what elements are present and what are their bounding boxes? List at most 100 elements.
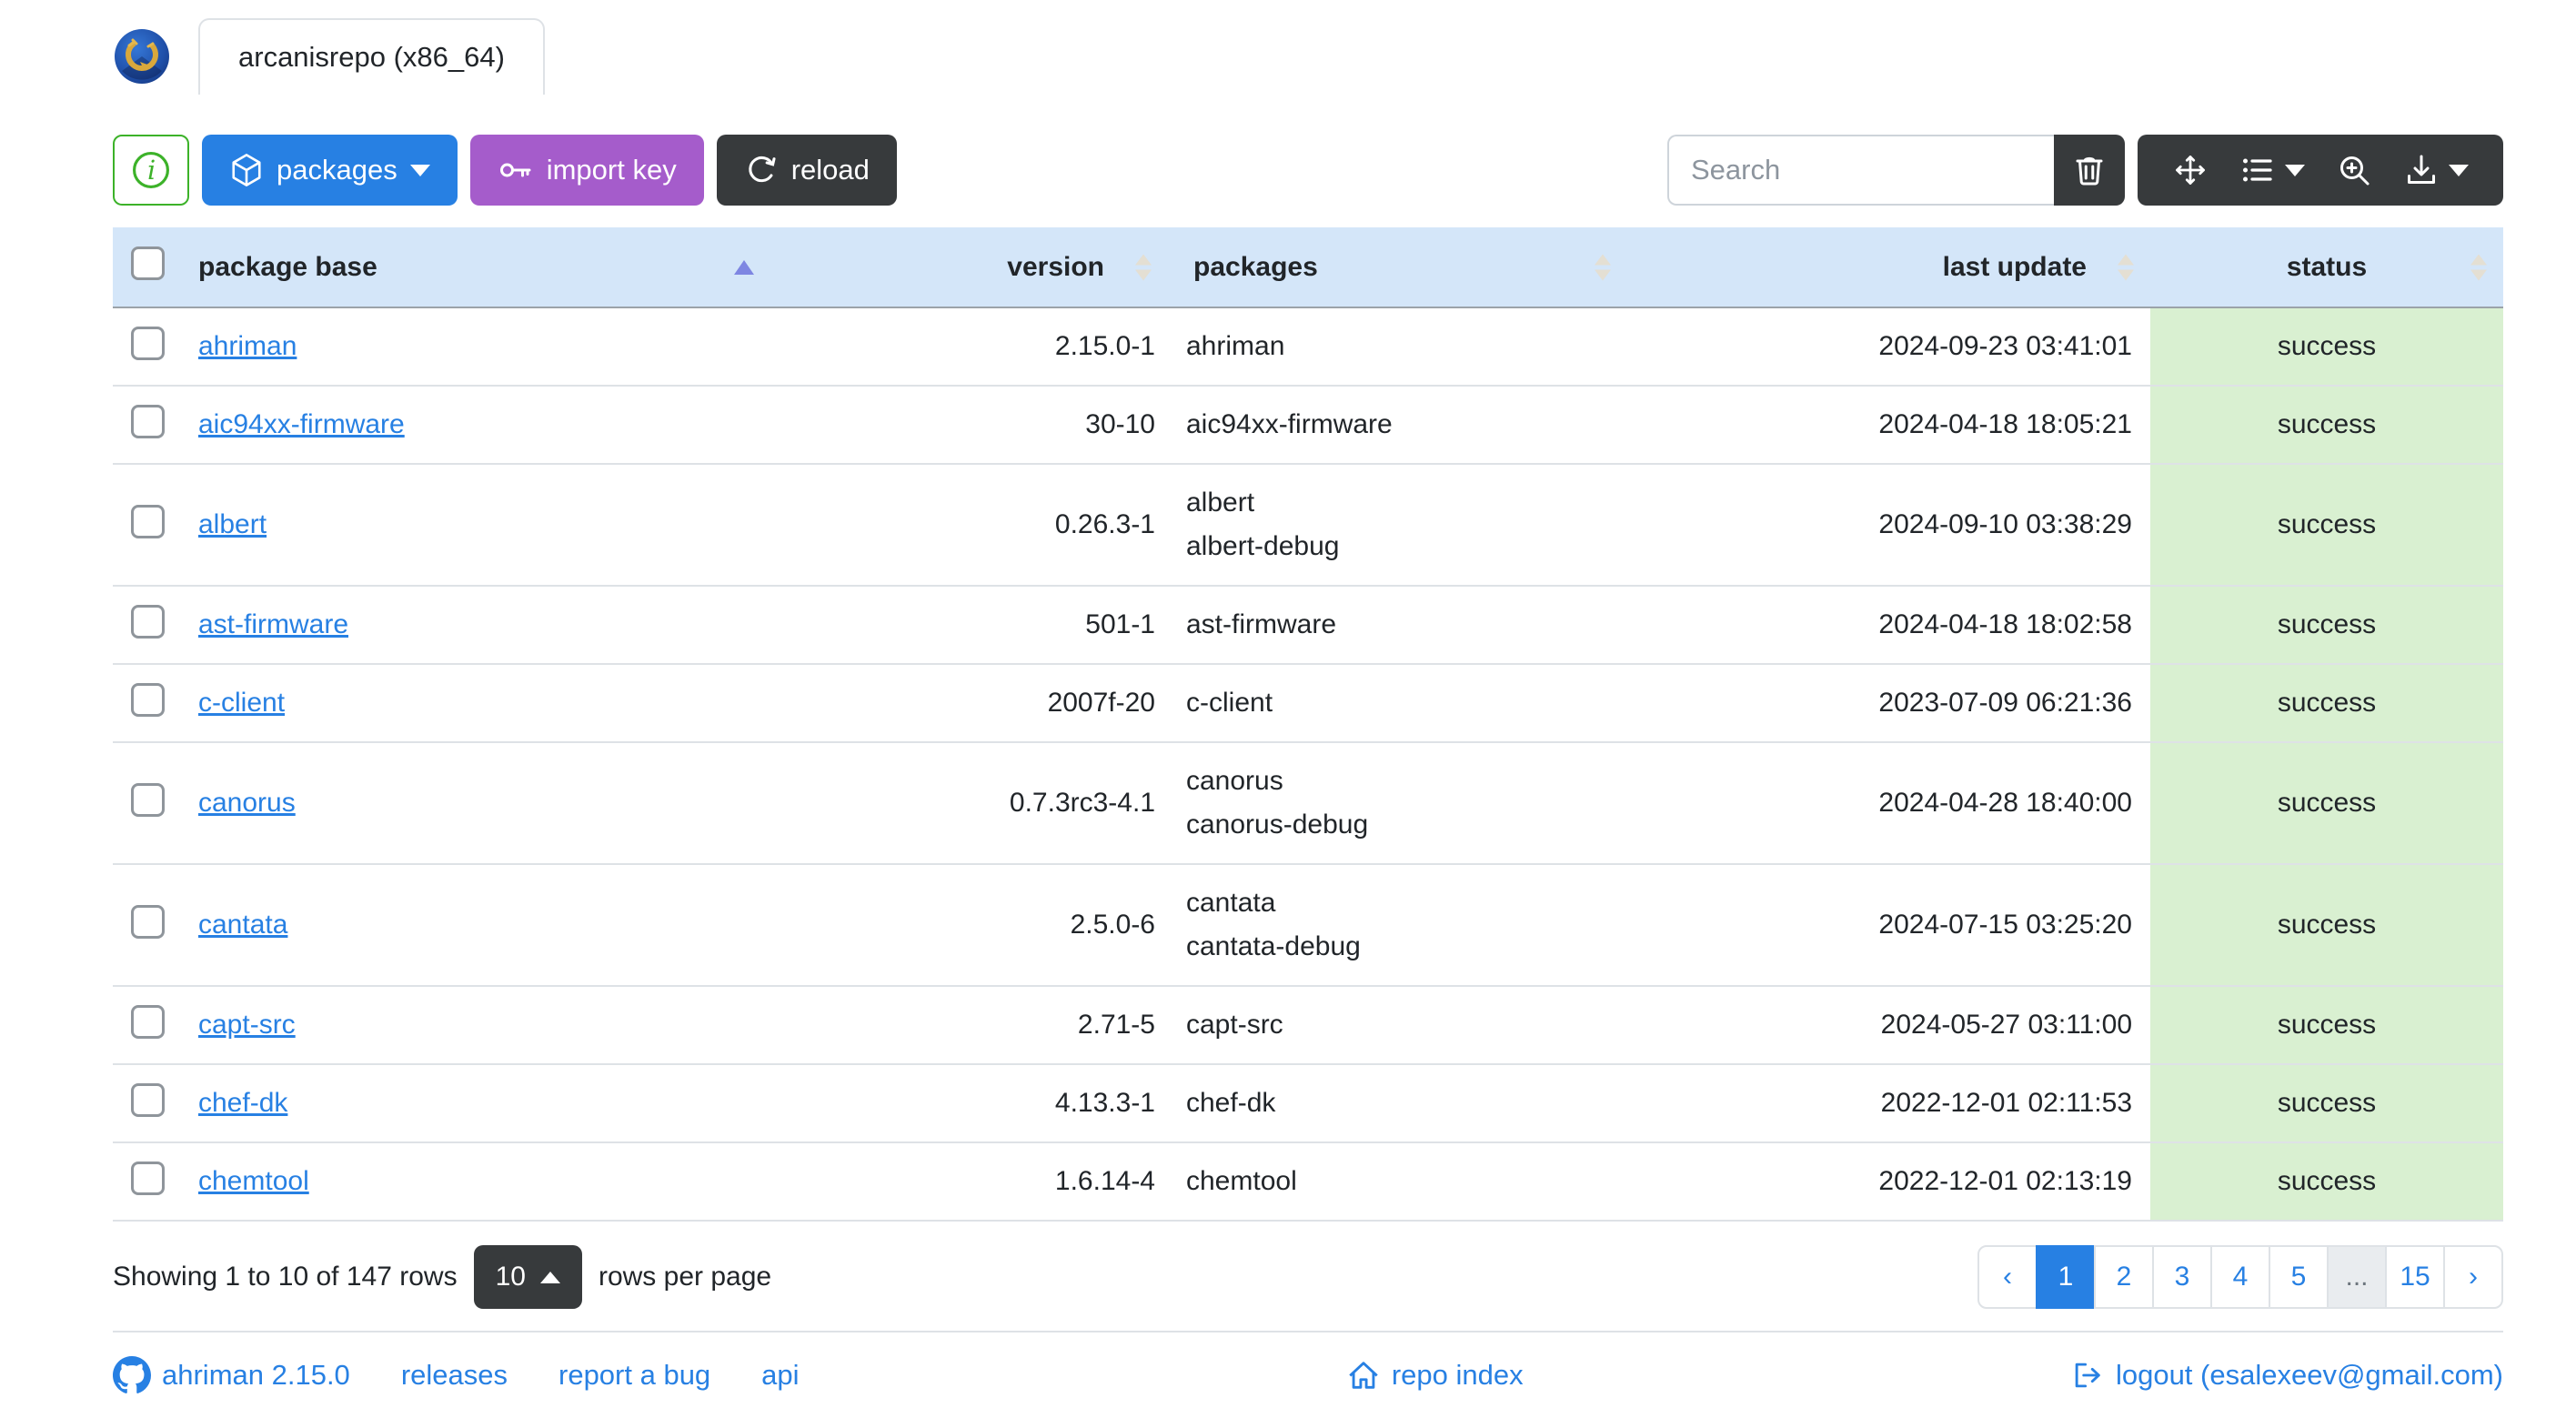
page-button-3[interactable]: 3 bbox=[2152, 1245, 2212, 1309]
page-button-1[interactable]: 1 bbox=[2036, 1245, 2096, 1309]
table-row: cantata 2.5.0-6 cantata cantata-debug 20… bbox=[113, 864, 2503, 987]
row-checkbox[interactable] bbox=[130, 1004, 165, 1039]
last-update-cell: 2024-07-15 03:25:20 bbox=[1627, 864, 2150, 987]
info-button[interactable]: i bbox=[113, 135, 189, 206]
delete-selected-button[interactable] bbox=[2054, 135, 2125, 206]
toolbar: i packages import key reload Search bbox=[113, 135, 2503, 206]
packages-cell: c-client bbox=[1168, 664, 1627, 743]
columns-list-icon bbox=[2239, 152, 2276, 188]
status-badge: success bbox=[2277, 509, 2377, 539]
zoom-in-icon bbox=[2336, 152, 2372, 188]
top-tab-bar: arcanisrepo (x86_64) bbox=[113, 0, 2503, 98]
rows-per-page-label: rows per page bbox=[598, 1262, 772, 1292]
version-cell: 2.71-5 bbox=[770, 986, 1168, 1065]
column-header-package-base[interactable]: package base bbox=[182, 227, 770, 308]
svg-text:i: i bbox=[147, 155, 156, 186]
column-label: packages bbox=[1193, 251, 1318, 282]
last-update-cell: 2024-04-18 18:02:58 bbox=[1627, 586, 2150, 665]
package-base-link[interactable]: albert bbox=[198, 509, 267, 539]
repo-tab[interactable]: arcanisrepo (x86_64) bbox=[198, 18, 545, 95]
column-header-status[interactable]: status bbox=[2150, 227, 2503, 308]
logout-link[interactable]: logout (esalexeev@gmail.com) bbox=[2070, 1358, 2503, 1393]
row-checkbox[interactable] bbox=[130, 404, 165, 438]
table-row: ast-firmware 501-1 ast-firmware 2024-04-… bbox=[113, 586, 2503, 665]
package-base-link[interactable]: ahriman bbox=[198, 331, 297, 361]
row-checkbox[interactable] bbox=[130, 682, 165, 717]
package-base-link[interactable]: ast-firmware bbox=[198, 609, 348, 639]
row-checkbox[interactable] bbox=[130, 326, 165, 360]
last-update-cell: 2022-12-01 02:13:19 bbox=[1627, 1142, 2150, 1222]
page-button-5[interactable]: 5 bbox=[2269, 1245, 2329, 1309]
footer: ahriman 2.15.0 releases report a bug api… bbox=[113, 1331, 2503, 1394]
package-base-link[interactable]: canorus bbox=[198, 788, 296, 818]
footer-right: logout (esalexeev@gmail.com) bbox=[2070, 1358, 2503, 1393]
pagination: ‹ 1 2 3 4 5... 15 › bbox=[1977, 1245, 2503, 1309]
package-base-link[interactable]: c-client bbox=[198, 688, 285, 718]
package-base-link[interactable]: chef-dk bbox=[198, 1088, 287, 1118]
report-bug-link[interactable]: report a bug bbox=[558, 1359, 710, 1392]
page-button-4[interactable]: 4 bbox=[2210, 1245, 2270, 1309]
status-badge: success bbox=[2277, 788, 2377, 818]
repo-index-link[interactable]: repo index bbox=[1346, 1358, 1524, 1393]
table-row: canorus 0.7.3rc3-4.1 canorus canorus-deb… bbox=[113, 742, 2503, 865]
page-prev-button[interactable]: ‹ bbox=[1977, 1245, 2038, 1309]
releases-link[interactable]: releases bbox=[401, 1359, 508, 1392]
search-input[interactable] bbox=[1667, 135, 2054, 206]
import-key-button-label: import key bbox=[546, 154, 677, 186]
package-base-link[interactable]: chemtool bbox=[198, 1166, 309, 1196]
ahriman-version-link[interactable]: ahriman 2.15.0 bbox=[113, 1356, 350, 1394]
fullscreen-button[interactable] bbox=[2165, 152, 2216, 188]
row-checkbox[interactable] bbox=[130, 1082, 165, 1117]
reload-icon bbox=[744, 153, 779, 187]
row-checkbox[interactable] bbox=[130, 1161, 165, 1195]
api-link[interactable]: api bbox=[761, 1359, 799, 1392]
column-label: status bbox=[2286, 251, 2368, 282]
packages-dropdown-button[interactable]: packages bbox=[202, 135, 458, 206]
ahriman-version-label: ahriman 2.15.0 bbox=[162, 1359, 350, 1391]
columns-dropdown-button[interactable] bbox=[2232, 152, 2312, 188]
table-header-row: package base version packages last updat… bbox=[113, 227, 2503, 308]
reload-button[interactable]: reload bbox=[716, 135, 897, 206]
table-row: c-client 2007f-20 c-client 2023-07-09 06… bbox=[113, 664, 2503, 743]
table-row: ahriman 2.15.0-1 ahriman 2024-09-23 03:4… bbox=[113, 307, 2503, 387]
status-badge: success bbox=[2277, 1010, 2377, 1040]
import-key-button[interactable]: import key bbox=[469, 135, 704, 206]
row-checkbox[interactable] bbox=[130, 504, 165, 538]
column-header-version[interactable]: version bbox=[770, 227, 1168, 308]
version-cell: 4.13.3-1 bbox=[770, 1064, 1168, 1143]
column-header-last-update[interactable]: last update bbox=[1627, 227, 2150, 308]
page-size-dropdown-button[interactable]: 10 bbox=[473, 1245, 582, 1309]
row-checkbox[interactable] bbox=[130, 782, 165, 817]
page-button-2[interactable]: 2 bbox=[2094, 1245, 2154, 1309]
key-icon bbox=[498, 152, 534, 188]
page-next-button[interactable]: › bbox=[2443, 1245, 2503, 1309]
version-cell: 2007f-20 bbox=[770, 664, 1168, 743]
last-update-cell: 2024-04-28 18:40:00 bbox=[1627, 742, 2150, 865]
export-dropdown-button[interactable] bbox=[2396, 152, 2476, 188]
footer-left: ahriman 2.15.0 releases report a bug api bbox=[113, 1356, 800, 1394]
version-cell: 0.7.3rc3-4.1 bbox=[770, 742, 1168, 865]
footer-center: repo index bbox=[800, 1358, 2070, 1393]
table-body: ahriman 2.15.0-1 ahriman 2024-09-23 03:4… bbox=[113, 307, 2503, 1222]
last-update-cell: 2023-07-09 06:21:36 bbox=[1627, 664, 2150, 743]
package-base-link[interactable]: aic94xx-firmware bbox=[198, 409, 405, 439]
status-badge: success bbox=[2277, 1088, 2377, 1118]
toggle-search-button[interactable] bbox=[2329, 152, 2380, 188]
pagination-summary-area: Showing 1 to 10 of 147 rows 10 rows per … bbox=[113, 1245, 771, 1309]
table-pagination-bar: Showing 1 to 10 of 147 rows 10 rows per … bbox=[113, 1245, 2503, 1309]
row-checkbox[interactable] bbox=[130, 904, 165, 939]
select-all-checkbox[interactable] bbox=[130, 246, 165, 280]
column-label: package base bbox=[198, 251, 377, 282]
page-button-15[interactable]: 15 bbox=[2385, 1245, 2445, 1309]
package-base-link[interactable]: capt-src bbox=[198, 1010, 296, 1040]
chevron-down-icon bbox=[2449, 164, 2469, 176]
package-base-link[interactable]: cantata bbox=[198, 910, 287, 940]
last-update-cell: 2022-12-01 02:11:53 bbox=[1627, 1064, 2150, 1143]
last-update-cell: 2024-04-18 18:05:21 bbox=[1627, 386, 2150, 465]
sort-icon bbox=[2118, 254, 2134, 280]
logout-icon bbox=[2070, 1358, 2105, 1393]
sort-icon bbox=[1595, 254, 1611, 280]
packages-cell: chemtool bbox=[1168, 1142, 1627, 1222]
row-checkbox[interactable] bbox=[130, 604, 165, 639]
column-header-packages[interactable]: packages bbox=[1168, 227, 1627, 308]
